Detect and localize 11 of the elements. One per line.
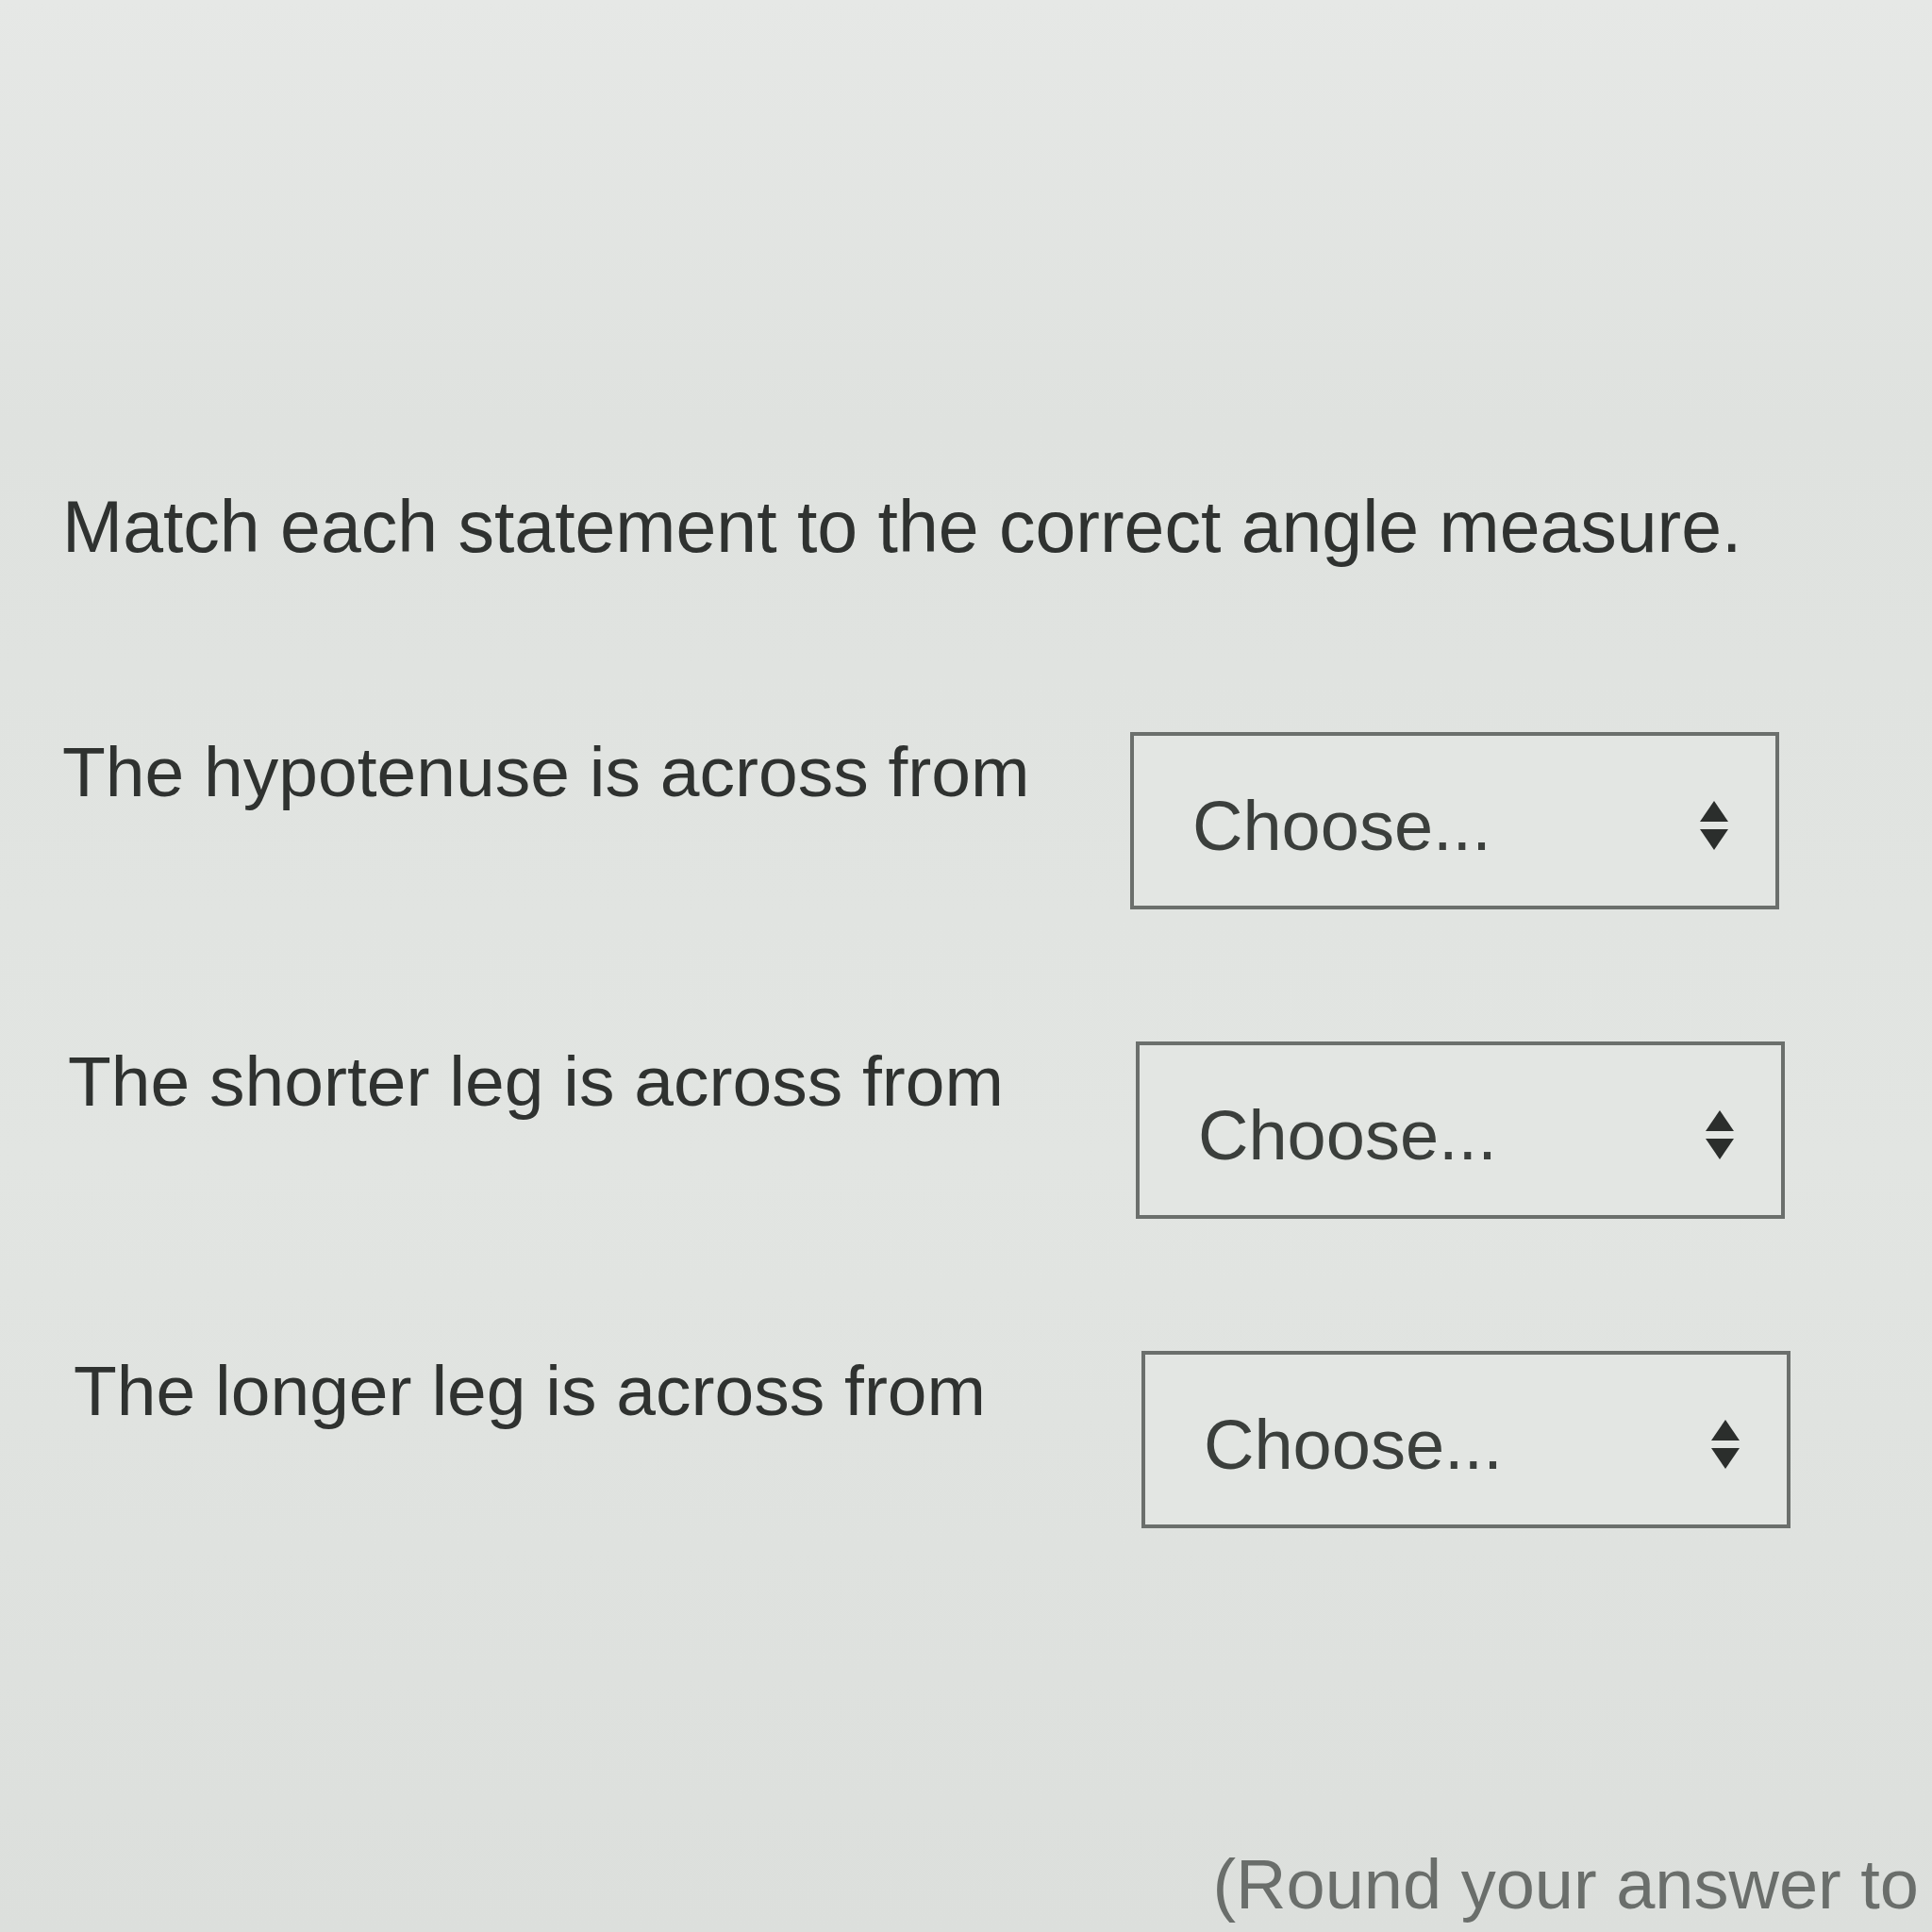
up-down-arrows-icon — [1700, 801, 1728, 850]
up-down-arrows-icon — [1711, 1420, 1740, 1469]
statement-text: The hypotenuse is across from — [62, 731, 1031, 813]
up-down-arrows-icon — [1706, 1110, 1734, 1159]
answer-dropdown[interactable]: Choose... — [1130, 732, 1779, 909]
statement-text: The longer leg is across from — [74, 1350, 988, 1432]
instruction-text: Match each statement to the correct angle measure. — [62, 485, 1743, 569]
answer-dropdown[interactable]: Choose... — [1136, 1041, 1785, 1219]
statement-text: The shorter leg is across from — [68, 1041, 1005, 1123]
instruction-text: (Round your answer to — [1212, 1845, 1920, 1925]
answer-dropdown[interactable]: Choose... — [1141, 1351, 1790, 1528]
